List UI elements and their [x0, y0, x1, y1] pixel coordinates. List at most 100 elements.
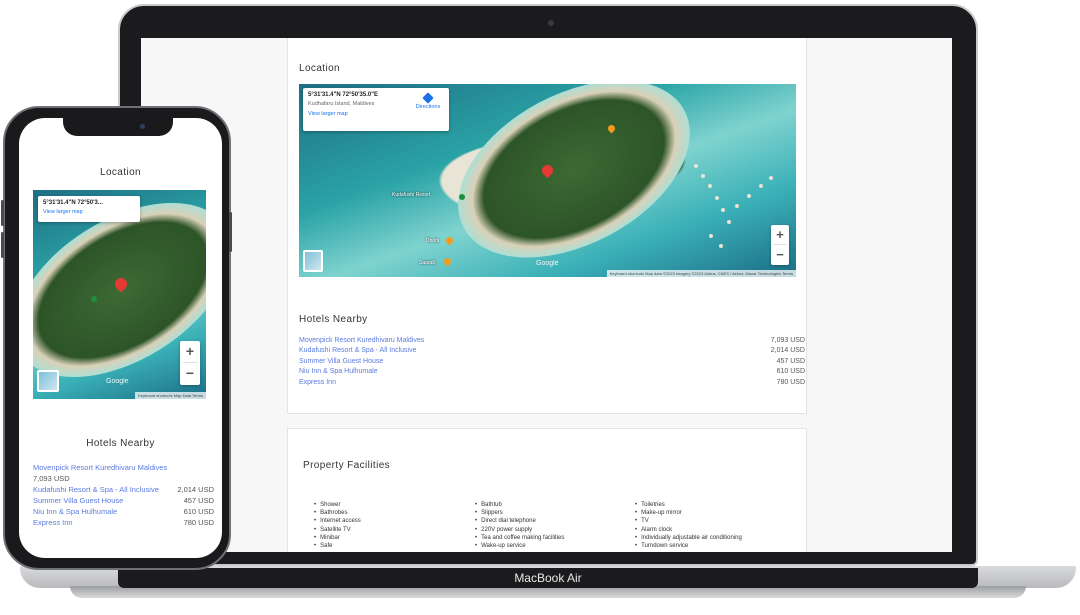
hotel-link[interactable]: Niu Inn & Spa Hulhumale — [299, 368, 378, 375]
facility-item: Shower — [314, 501, 361, 509]
phone-hotel-price: 2,014 USD — [177, 485, 214, 494]
facility-item: Make-up mirror — [635, 509, 742, 517]
villa — [708, 184, 712, 188]
phone-hotel-price: 610 USD — [183, 507, 214, 516]
phone-volume-button — [1, 200, 4, 226]
hotel-link[interactable]: Kudafushi Resort & Spa - All Inclusive — [299, 347, 417, 354]
villa — [735, 204, 739, 208]
villa — [709, 234, 713, 238]
facility-item: Toiletries — [635, 501, 742, 509]
villa — [759, 184, 763, 188]
facility-item: Alarm clock — [635, 526, 742, 534]
hotel-price: 7,093 USD — [770, 337, 805, 344]
hotels-nearby-title: Hotels Nearby — [299, 314, 368, 325]
facilities-title: Property Facilities — [303, 460, 391, 471]
phone-hotel-link[interactable]: Kudafushi Resort & Spa - All Inclusive — [33, 485, 159, 494]
phone-hotels-nearby-title: Hotels Nearby — [86, 438, 155, 449]
villa — [721, 208, 725, 212]
poi-pin-icon[interactable] — [444, 235, 455, 246]
facility-item: Slippers — [475, 509, 564, 517]
hotel-link[interactable]: Movenpick Resort Kuredhivaru Maldives — [299, 337, 424, 344]
laptop-screen: Location 5°31'31.4"N 72°50'35.0"E Kudhaf… — [141, 38, 952, 552]
phone-map-info-box: 5°31'31.4"N 72°50'3... View larger map — [38, 196, 140, 222]
facility-item: Direct dial telephone — [475, 517, 564, 525]
phone-hotel-link[interactable]: Express Inn — [33, 518, 73, 527]
phone-zoom-out-button[interactable]: − — [180, 363, 200, 384]
hotel-row: Movenpick Resort Kuredhivaru Maldives 7,0… — [299, 337, 805, 344]
location-card: Location 5°31'31.4"N 72°50'35.0"E Kudhaf… — [287, 38, 807, 414]
location-title: Location — [299, 63, 341, 74]
hotel-row: Summer Villa Guest House 457 USD — [299, 358, 805, 365]
poi-pin-icon[interactable] — [91, 296, 97, 302]
google-logo: Google — [536, 260, 559, 267]
hotel-row: Express Inn 780 USD — [299, 379, 805, 386]
facilities-column-2: BathtubSlippersDirect dial telephone220V… — [475, 501, 564, 550]
facility-item: Wake-up service — [475, 542, 564, 550]
phone-view-larger-map-link[interactable]: View larger map — [43, 209, 135, 215]
facility-item: TV — [635, 517, 742, 525]
facility-item: 220V power supply — [475, 526, 564, 534]
facility-item: Tea and coffee making facilities — [475, 534, 564, 542]
phone-hotel-price: 780 USD — [183, 518, 214, 527]
map-place-label: Dhoni — [426, 238, 440, 244]
hotel-price: 610 USD — [776, 368, 805, 376]
phone-notch — [63, 118, 173, 136]
hotel-row: Kudafushi Resort & Spa - All Inclusive 2,… — [299, 347, 805, 354]
phone-google-logo: Google — [106, 378, 129, 385]
villa — [715, 196, 719, 200]
villa — [747, 194, 751, 198]
poi-pin-icon[interactable] — [459, 194, 465, 200]
laptop-model-label: MacBook Air — [118, 568, 978, 588]
phone-zoom-in-button[interactable]: + — [180, 341, 200, 362]
phone-hotel-price: 7,093 USD — [33, 474, 70, 483]
facility-item: Safe — [314, 542, 361, 550]
phone-hotel-link[interactable]: Niu Inn & Spa Hulhumale — [33, 507, 117, 516]
hotel-price: 457 USD — [776, 357, 805, 365]
zoom-in-button[interactable]: + — [771, 225, 789, 244]
facility-item: Satellite TV — [314, 526, 361, 534]
phone-camera — [140, 124, 145, 129]
facility-item: Minibar — [314, 534, 361, 542]
poi-pin-icon[interactable] — [442, 256, 453, 267]
laptop-camera — [548, 20, 554, 26]
directions-button[interactable]: Directions — [411, 92, 445, 110]
phone-hotel-link[interactable]: Summer Villa Guest House — [33, 496, 123, 505]
map-place-label: Kudafushi Resort — [392, 192, 431, 198]
view-larger-map-link[interactable]: View larger map — [308, 111, 444, 117]
location-map[interactable]: 5°31'31.4"N 72°50'35.0"E Kudhafaru Islan… — [299, 84, 796, 277]
map-zoom-control: + − — [771, 225, 789, 265]
villa — [719, 244, 723, 248]
villa — [769, 176, 773, 180]
villa — [701, 174, 705, 178]
facilities-card: Property Facilities ShowerBathrobesInter… — [287, 428, 807, 552]
map-footer[interactable]: Keyboard shortcuts Map data ©2023 Imager… — [606, 270, 796, 277]
facility-item: Bathrobes — [314, 509, 361, 517]
facility-item: Internet access — [314, 517, 361, 525]
phone-location-map[interactable]: 5°31'31.4"N 72°50'3... View larger map +… — [33, 190, 206, 399]
hotel-link[interactable]: Express Inn — [299, 379, 336, 386]
phone-map-type-toggle[interactable] — [37, 370, 59, 392]
island-shape — [428, 84, 720, 277]
phone-volume-button — [1, 232, 4, 258]
phone-map-zoom-control: + − — [180, 341, 200, 385]
map-info-box: 5°31'31.4"N 72°50'35.0"E Kudhafaru Islan… — [303, 88, 449, 131]
map-type-toggle[interactable] — [303, 250, 323, 272]
hotel-row: Niu Inn & Spa Hulhumale 610 USD — [299, 368, 805, 375]
phone-map-coords: 5°31'31.4"N 72°50'3... — [43, 200, 103, 206]
map-place-label: Saarab — [419, 260, 436, 266]
hotel-price: 780 USD — [776, 378, 805, 386]
directions-icon — [422, 92, 434, 104]
hotel-link[interactable]: Summer Villa Guest House — [299, 358, 383, 365]
directions-label: Directions — [415, 104, 441, 110]
phone-map-footer[interactable]: Keyboard shortcuts Map Data Terms — [135, 392, 206, 399]
facility-item: Individually adjustable air conditioning — [635, 534, 742, 542]
facility-item: Bathtub — [475, 501, 564, 509]
facilities-column-3: ToiletriesMake-up mirrorTVAlarm clockInd… — [635, 501, 742, 550]
zoom-out-button[interactable]: − — [771, 245, 789, 264]
phone-hotel-link[interactable]: Movenpick Resort Kuredhivaru Maldives — [33, 463, 167, 472]
villa — [727, 220, 731, 224]
hotel-price: 2,014 USD — [770, 347, 805, 355]
facility-item: Turndown service — [635, 542, 742, 550]
phone-hotel-price: 457 USD — [183, 496, 214, 505]
phone-screen: Location 5°31'31.4"N 72°50'3... View lar… — [19, 118, 222, 558]
